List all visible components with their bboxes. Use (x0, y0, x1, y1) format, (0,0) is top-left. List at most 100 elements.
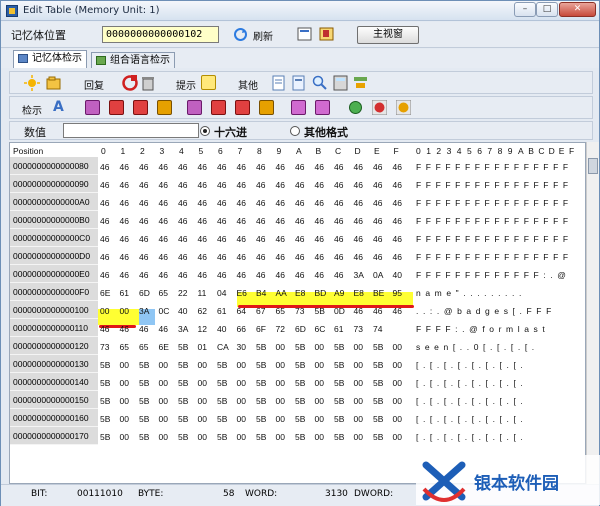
hex-byte[interactable]: 46 (120, 324, 129, 334)
hint-highlight-icon[interactable] (201, 75, 216, 90)
hex-byte[interactable]: 01 (198, 342, 207, 352)
hex-byte[interactable]: 46 (334, 180, 343, 190)
hex-byte[interactable]: 40 (393, 270, 402, 280)
hex-byte[interactable]: 46 (100, 270, 109, 280)
hex-byte[interactable]: 46 (217, 198, 226, 208)
hex-byte[interactable]: 46 (139, 216, 148, 226)
hex-byte[interactable]: 46 (334, 162, 343, 172)
hex-byte[interactable]: 46 (120, 198, 129, 208)
search-icon[interactable] (312, 75, 327, 91)
hex-byte[interactable]: 5B (100, 414, 110, 424)
hex-byte[interactable]: 46 (334, 216, 343, 226)
hex-byte[interactable]: 46 (159, 198, 168, 208)
orange-circle-icon[interactable] (396, 100, 411, 115)
float-d-icon[interactable] (315, 100, 330, 115)
hex-byte[interactable]: E8 (295, 288, 305, 298)
hex-byte[interactable]: 67 (256, 306, 265, 316)
hex-byte[interactable]: 46 (373, 306, 382, 316)
hex-byte[interactable]: 46 (237, 252, 246, 262)
hex-byte[interactable]: 46 (139, 270, 148, 280)
hex-byte[interactable]: 46 (159, 162, 168, 172)
hex-byte[interactable]: 5B (256, 360, 266, 370)
hex-byte[interactable]: 40 (178, 306, 187, 316)
hex-byte[interactable]: 61 (334, 324, 343, 334)
hex-byte[interactable]: 5B (178, 432, 188, 442)
hex-byte[interactable]: 46 (237, 198, 246, 208)
hex-byte[interactable]: 46 (217, 180, 226, 190)
hex-byte[interactable]: 46 (354, 180, 363, 190)
hex-byte[interactable]: 00 (198, 414, 207, 424)
hex-byte[interactable]: 46 (256, 216, 265, 226)
hex-byte[interactable]: 73 (295, 306, 304, 316)
hex-byte[interactable]: 46 (100, 252, 109, 262)
hex-byte[interactable]: 46 (393, 162, 402, 172)
hex-byte[interactable]: 5B (178, 342, 188, 352)
hex-byte[interactable]: 5B (139, 360, 149, 370)
hex-byte[interactable]: 62 (198, 306, 207, 316)
hex-byte[interactable]: 5B (373, 396, 383, 406)
hex-byte[interactable]: 00 (315, 432, 324, 442)
red-circle-icon[interactable] (372, 100, 387, 115)
hex-byte[interactable]: 46 (354, 162, 363, 172)
hex-byte[interactable]: 5B (373, 342, 383, 352)
hex-byte[interactable]: 5B (139, 378, 149, 388)
hex-byte[interactable]: 46 (354, 216, 363, 226)
hex-byte[interactable]: 00 (237, 414, 246, 424)
hex-byte[interactable]: 46 (393, 216, 402, 226)
hex-byte[interactable]: 46 (237, 216, 246, 226)
hex-byte[interactable]: 5B (295, 360, 305, 370)
hex-byte[interactable]: 46 (256, 198, 265, 208)
hex-byte[interactable]: 5B (217, 414, 227, 424)
hex-byte[interactable]: 00 (276, 432, 285, 442)
hex-byte[interactable]: 46 (295, 252, 304, 262)
hex-byte[interactable]: 5B (178, 378, 188, 388)
hex-byte[interactable]: 3A (178, 324, 188, 334)
hex-byte[interactable]: 46 (100, 324, 109, 334)
hex-byte[interactable]: 46 (139, 234, 148, 244)
hex-byte[interactable]: 5B (256, 432, 266, 442)
hint-button[interactable]: 提示 (176, 77, 196, 92)
copy-icon[interactable] (292, 75, 305, 91)
hex-byte[interactable]: 46 (178, 162, 187, 172)
hex-byte[interactable]: 64 (237, 306, 246, 316)
hex-byte[interactable]: 46 (373, 198, 382, 208)
hex-byte[interactable]: 5B (315, 306, 325, 316)
hex-byte[interactable]: 46 (315, 198, 324, 208)
hex-byte[interactable]: 46 (393, 306, 402, 316)
hex-byte[interactable]: 46 (198, 198, 207, 208)
hex-byte[interactable]: 00 (159, 432, 168, 442)
hex-byte[interactable]: 5B (373, 378, 383, 388)
hex-byte[interactable]: 5B (100, 396, 110, 406)
hex-byte[interactable]: 5B (217, 360, 227, 370)
hex-byte[interactable]: 5B (295, 396, 305, 406)
hex-byte[interactable]: 00 (120, 378, 129, 388)
hex-byte[interactable]: 5B (295, 378, 305, 388)
book-icon[interactable] (319, 27, 334, 41)
hex-byte[interactable]: 46 (334, 234, 343, 244)
hex-byte[interactable]: 46 (237, 162, 246, 172)
hex-byte[interactable]: 95 (393, 288, 402, 298)
refresh-button[interactable]: 刷新 (253, 28, 273, 43)
hex-byte[interactable]: 00 (120, 360, 129, 370)
hex-byte[interactable]: 46 (295, 234, 304, 244)
hex-byte[interactable]: 5B (100, 378, 110, 388)
hex-byte[interactable]: 46 (178, 180, 187, 190)
hex-byte[interactable]: 46 (276, 216, 285, 226)
hex-byte[interactable]: 6E (100, 288, 110, 298)
hex-byte[interactable]: 5B (217, 432, 227, 442)
hex-byte[interactable]: 46 (256, 234, 265, 244)
hex-byte[interactable]: 00 (393, 378, 402, 388)
hex-byte[interactable]: 6F (256, 324, 266, 334)
hex-byte[interactable]: 46 (256, 252, 265, 262)
hex-byte[interactable]: 46 (217, 270, 226, 280)
hex-byte[interactable]: 61 (217, 306, 226, 316)
hex-byte[interactable]: 5B (373, 414, 383, 424)
sun-settings-icon[interactable] (24, 75, 40, 91)
hex-byte[interactable]: 00 (354, 378, 363, 388)
view-mode-d-icon[interactable] (133, 100, 148, 115)
hex-byte[interactable]: 5B (373, 360, 383, 370)
hex-byte[interactable]: 73 (354, 324, 363, 334)
hex-d-icon[interactable] (235, 100, 250, 115)
hex-byte[interactable]: 65 (276, 306, 285, 316)
hex-byte[interactable]: 46 (276, 162, 285, 172)
